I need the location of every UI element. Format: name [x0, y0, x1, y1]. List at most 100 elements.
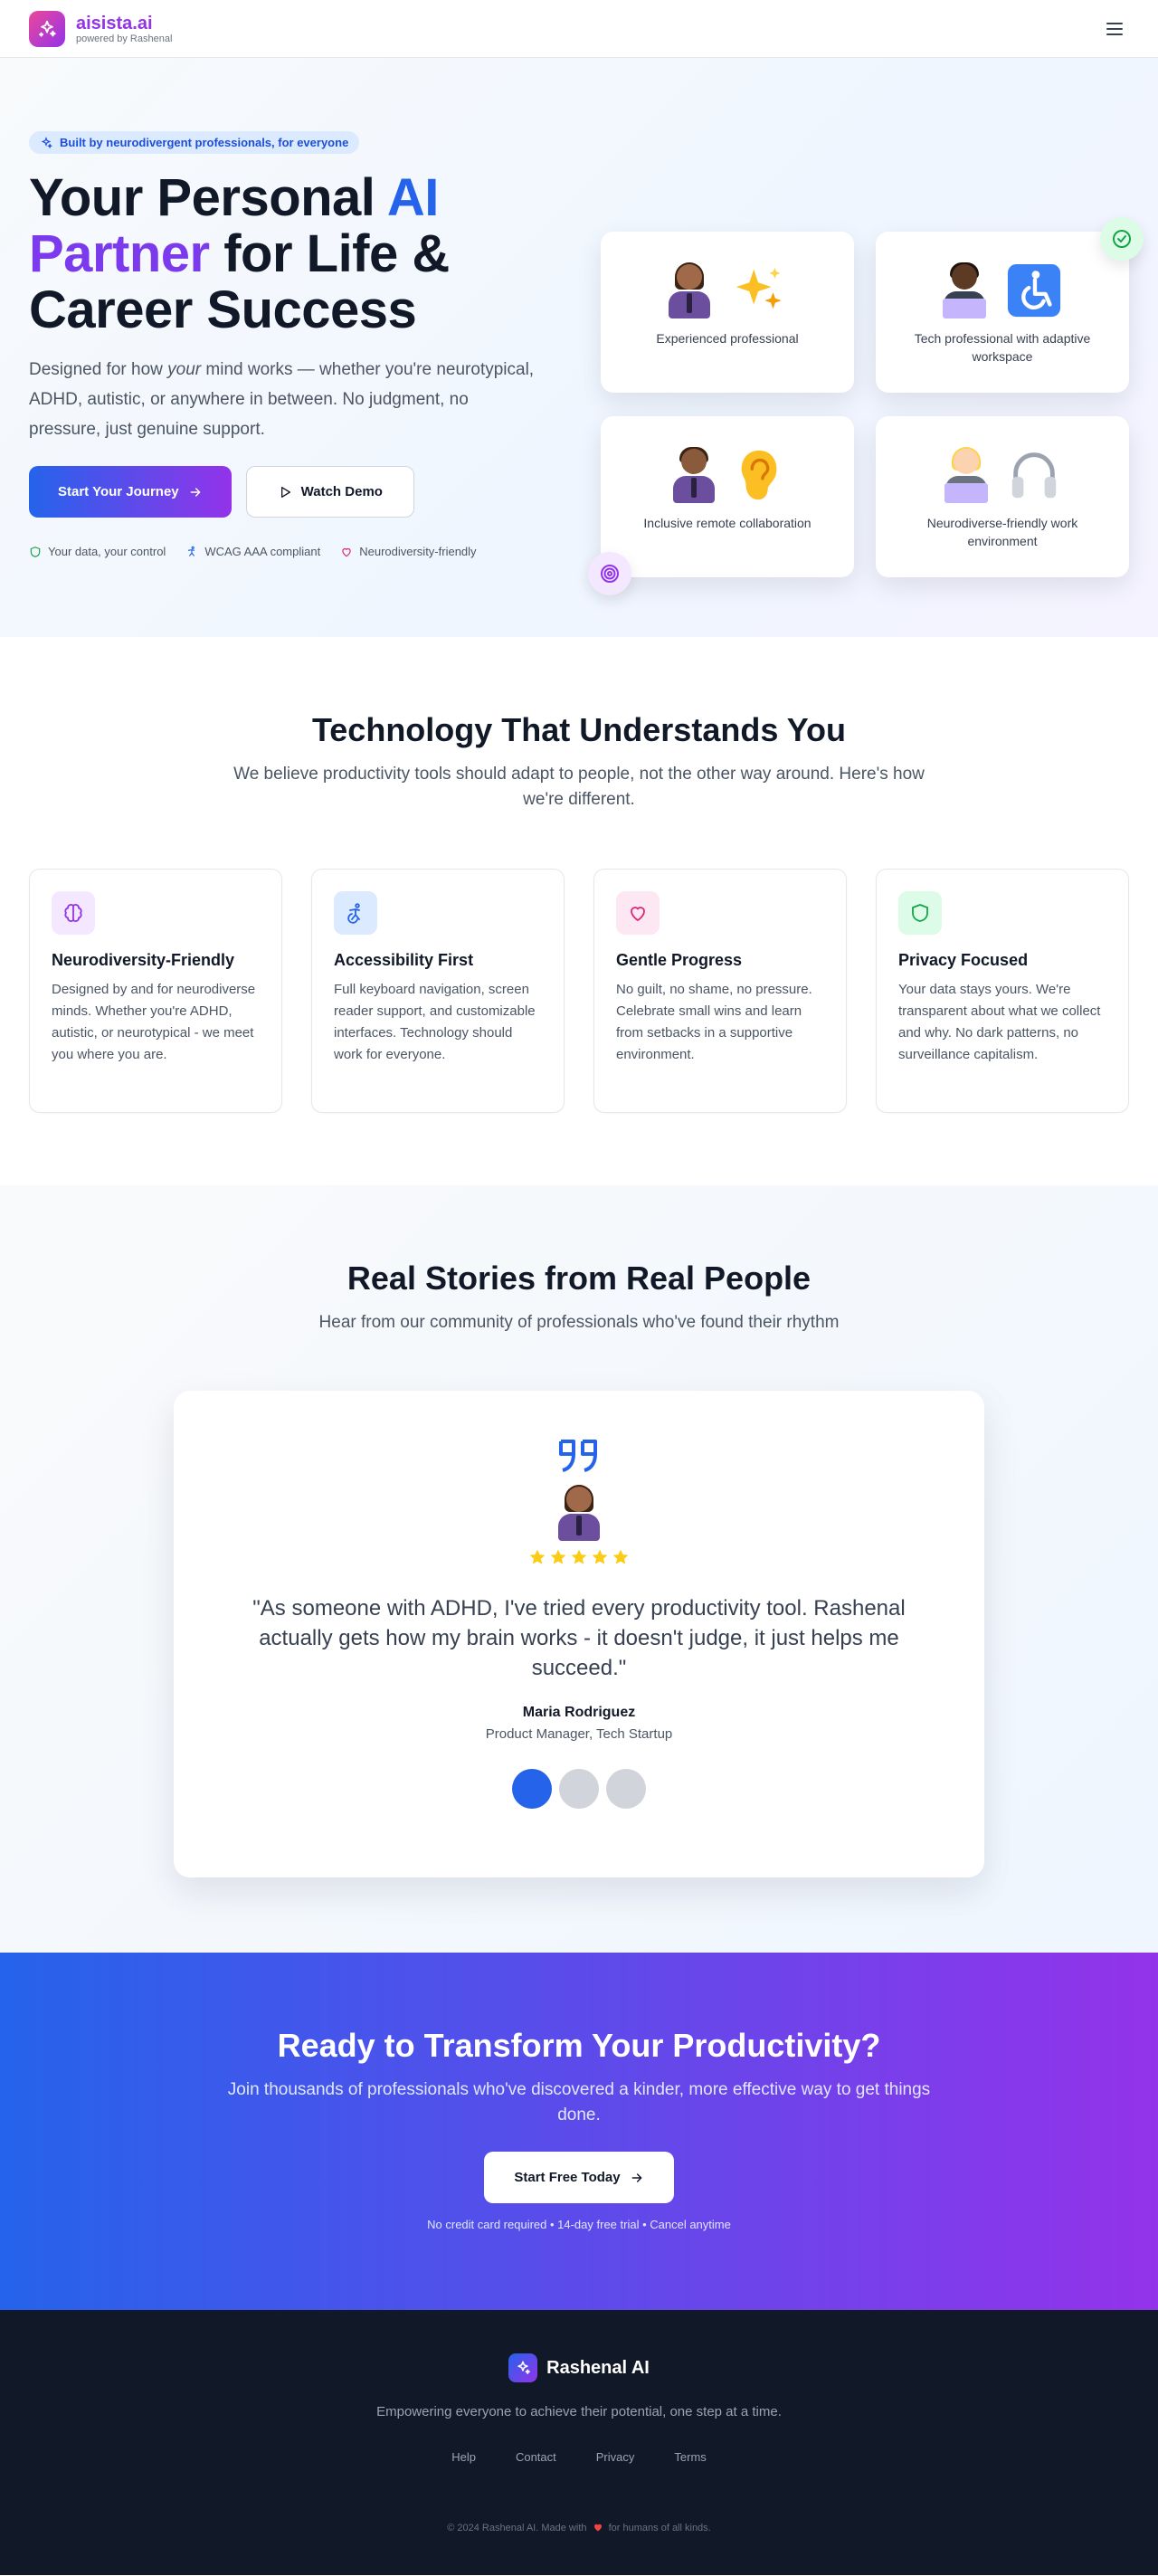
sparkles-logo-icon	[29, 10, 65, 47]
start-free-button[interactable]: Start Free Today	[484, 2152, 674, 2203]
hero-title-part: for Life &	[209, 224, 450, 283]
carousel-dot-1[interactable]	[512, 1769, 552, 1809]
feature-title: Gentle Progress	[616, 951, 743, 969]
carousel-dot-3[interactable]	[606, 1769, 646, 1809]
footer-link-terms[interactable]: Terms	[674, 2450, 706, 2464]
headphones-icon	[1011, 452, 1057, 499]
star-icon	[529, 1549, 546, 1564]
hero-description: Designed for how your mind works — wheth…	[29, 355, 536, 444]
section-title: Real Stories from Real People	[346, 1259, 812, 1297]
woman-professional-icon	[668, 262, 711, 318]
woman-technologist-icon	[944, 447, 988, 503]
testimonial-quote: "As someone with ADHD, I've tried every …	[252, 1596, 906, 1680]
arrow-right-icon	[631, 2172, 642, 2182]
testimonial-role: Product Manager, Tech Startup	[485, 1726, 673, 1742]
trust-indicators: Your data, your control WCAG AAA complia…	[29, 545, 554, 558]
man-professional-icon	[672, 447, 716, 503]
card-label: Experienced professional	[656, 331, 799, 346]
copyright-text: © 2024 Rashenal AI. Made with	[447, 2523, 587, 2533]
feature-description: No guilt, no shame, no pressure. Celebra…	[616, 982, 812, 1062]
start-journey-label: Start Your Journey	[58, 484, 179, 499]
sparkles-logo-icon	[508, 2353, 538, 2382]
feature-list: Neurodiversity-Friendly Designed by and …	[29, 869, 1129, 1113]
feature-description: Designed by and for neurodiverse minds. …	[52, 982, 256, 1062]
site-footer: Rashenal AI Empowering everyone to achie…	[0, 2310, 1158, 2575]
brand[interactable]: aisista.ai powered by Rashenal	[29, 10, 172, 47]
hero-title-partner: Partner	[29, 224, 210, 283]
cta-section: Ready to Transform Your Productivity? Jo…	[0, 1953, 1158, 2310]
hero-illustration-grid: Experienced professional Tech profession…	[588, 217, 1144, 595]
testimonial-author: Maria Rodriguez	[522, 1705, 636, 1720]
heart-icon	[616, 891, 660, 935]
hero-title: Your Personal AI Partner for Life & Care…	[29, 170, 554, 338]
start-journey-button[interactable]: Start Your Journey	[29, 466, 232, 518]
hero-title-part: Your Personal	[29, 168, 387, 227]
check-circle-icon	[1100, 217, 1144, 261]
footer-links: Help Contact Privacy Terms	[0, 2450, 1158, 2464]
card-label: Tech professional with adaptive workspac…	[914, 331, 1091, 364]
shield-icon	[898, 891, 942, 935]
hamburger-menu-icon[interactable]	[1100, 14, 1129, 43]
section-subtitle: We believe productivity tools should ada…	[233, 765, 925, 809]
footer-brand-name: Rashenal AI	[546, 2357, 650, 2378]
target-icon	[588, 552, 631, 595]
hero-badge-text: Built by neurodivergent professionals, f…	[60, 136, 349, 149]
accessibility-icon	[334, 891, 377, 935]
star-icon	[612, 1549, 629, 1564]
start-free-label: Start Free Today	[514, 2170, 621, 2185]
avatar	[557, 1485, 601, 1541]
heart-icon	[342, 547, 351, 556]
star-rating	[528, 1548, 630, 1566]
accessibility-icon	[188, 546, 195, 556]
watch-demo-button[interactable]: Watch Demo	[245, 466, 414, 518]
sparkles-icon	[41, 136, 52, 148]
professional-card: Inclusive remote collaboration	[601, 416, 854, 577]
watch-demo-label: Watch Demo	[300, 484, 383, 499]
trust-text: Neurodiversity-friendly	[359, 545, 477, 558]
cta-title: Ready to Transform Your Productivity?	[277, 2027, 881, 2064]
professional-card: Experienced professional	[601, 232, 854, 393]
section-subtitle: Hear from our community of professionals…	[318, 1313, 840, 1332]
feature-title: Neurodiversity-Friendly	[52, 951, 235, 969]
shield-icon	[30, 546, 41, 557]
feature-title: Accessibility First	[334, 951, 474, 969]
card-label: Neurodiverse-friendly work environment	[926, 516, 1078, 548]
hero-desc-part: Designed for how	[29, 360, 168, 379]
star-icon	[592, 1549, 608, 1564]
technologist-icon	[943, 262, 986, 318]
professional-card: Tech professional with adaptive workspac…	[876, 232, 1129, 393]
cta-subtitle: Join thousands of professionals who've d…	[227, 2080, 931, 2124]
copyright-text: for humans of all kinds.	[608, 2523, 711, 2533]
star-icon	[571, 1549, 587, 1564]
testimonials-section: Real Stories from Real People Hear from …	[0, 1185, 1158, 1953]
quote-icon	[559, 1440, 597, 1472]
brain-icon	[52, 891, 95, 935]
sparkles-icon	[736, 267, 782, 309]
feature-card: Privacy Focused Your data stays yours. W…	[876, 869, 1129, 1113]
feature-card: Neurodiversity-Friendly Designed by and …	[29, 869, 282, 1113]
feature-card: Gentle Progress No guilt, no shame, no p…	[593, 869, 847, 1113]
professional-card: Neurodiverse-friendly work environment	[876, 416, 1129, 577]
footer-link-help[interactable]: Help	[451, 2450, 476, 2464]
trust-text: WCAG AAA compliant	[204, 545, 321, 558]
hero-title-part: Career Success	[29, 280, 417, 339]
heart-icon	[593, 2524, 602, 2532]
trust-item: WCAG AAA compliant	[185, 545, 320, 558]
feature-title: Privacy Focused	[898, 951, 1029, 969]
trust-text: Your data, your control	[48, 545, 166, 558]
hero-desc-emphasis: your	[167, 360, 202, 379]
play-icon	[280, 486, 290, 498]
brand-name: aisista.ai	[76, 13, 153, 33]
star-icon	[550, 1549, 566, 1564]
footer-link-contact[interactable]: Contact	[516, 2450, 556, 2464]
wheelchair-icon	[1007, 263, 1061, 318]
site-header: aisista.ai powered by Rashenal	[0, 0, 1158, 58]
feature-description: Your data stays yours. We're transparent…	[898, 982, 1101, 1062]
arrow-right-icon	[190, 487, 201, 497]
footer-link-privacy[interactable]: Privacy	[596, 2450, 635, 2464]
footer-brand[interactable]: Rashenal AI	[508, 2353, 650, 2382]
footer-copyright: © 2024 Rashenal AI. Made with for humans…	[0, 2522, 1158, 2533]
ear-icon	[741, 450, 777, 500]
hero-section: Built by neurodivergent professionals, f…	[0, 58, 1158, 637]
carousel-dot-2[interactable]	[559, 1769, 599, 1809]
